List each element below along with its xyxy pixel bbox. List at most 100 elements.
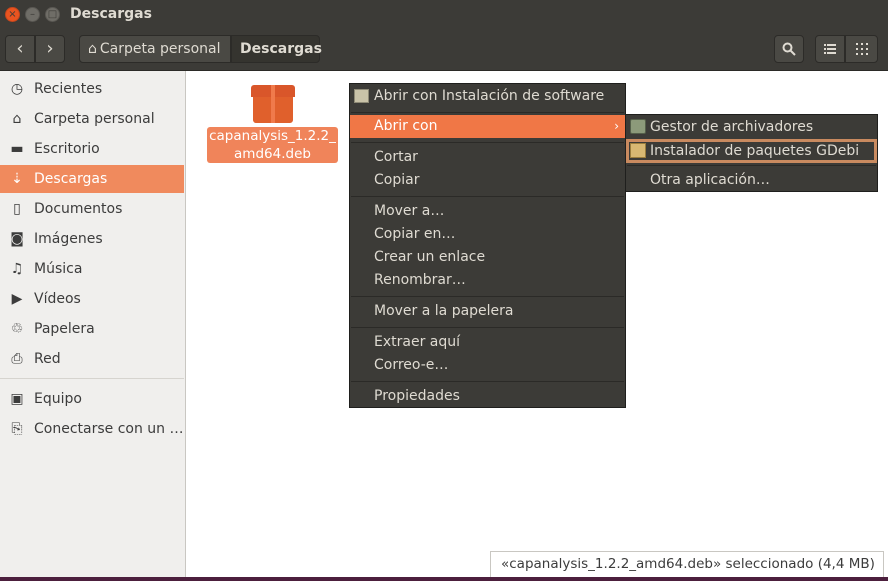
- menu-item-label: Copiar en…: [374, 226, 456, 242]
- submenu-item-gdebi-installer[interactable]: Instalador de paquetes GDebi: [626, 139, 877, 163]
- selection-status: «capanalysis_1.2.2_amd64.deb» selecciona…: [490, 551, 884, 578]
- menu-separator: [351, 296, 624, 297]
- list-view-button[interactable]: [815, 35, 845, 63]
- sidebar-item-label: Carpeta personal: [34, 111, 155, 127]
- menu-separator: [351, 112, 624, 113]
- title-bar: × – □ Descargas: [0, 0, 888, 30]
- submenu-separator: [627, 165, 876, 166]
- file-name-label[interactable]: capanalysis_1.2.2_ amd64.deb: [207, 127, 338, 163]
- camera-icon: ◙: [10, 231, 24, 247]
- menu-item-label: Renombrar…: [374, 272, 466, 288]
- package-installer-icon: [630, 143, 646, 158]
- trash-icon: ♲: [10, 321, 24, 337]
- menu-item-label: Abrir con: [374, 118, 438, 134]
- grid-icon: [855, 43, 868, 55]
- menu-item-rename[interactable]: Renombrar…: [350, 269, 625, 292]
- maximize-window-button[interactable]: □: [45, 7, 60, 22]
- menu-item-move-to-trash[interactable]: Mover a la papelera: [350, 300, 625, 323]
- menu-item-label: Cortar: [374, 149, 418, 165]
- menu-separator: [351, 142, 624, 143]
- submenu-item-label: Gestor de archivadores: [650, 119, 814, 135]
- file-name-line2: amd64.deb: [234, 146, 311, 162]
- back-button[interactable]: ‹: [5, 35, 35, 63]
- deb-package-icon[interactable]: [251, 85, 295, 123]
- search-button[interactable]: [774, 35, 804, 63]
- context-menu: Abrir con Instalación de software Abrir …: [349, 83, 626, 408]
- sidebar-item-recientes[interactable]: ◷ Recientes: [0, 75, 184, 103]
- menu-separator: [351, 381, 624, 382]
- sidebar-item-label: Equipo: [34, 391, 82, 407]
- folder-icon: ▬: [10, 141, 24, 157]
- chevron-right-icon: ›: [614, 119, 619, 133]
- sidebar-item-label: Imágenes: [34, 231, 103, 247]
- menu-item-label: Propiedades: [374, 388, 460, 404]
- download-icon: ⇣: [11, 171, 23, 187]
- clock-icon: ◷: [10, 81, 24, 97]
- menu-item-copy-to[interactable]: Copiar en…: [350, 223, 625, 246]
- desktop-edge: [0, 577, 888, 581]
- menu-item-copy[interactable]: Copiar: [350, 169, 625, 192]
- menu-item-label: Mover a…: [374, 203, 445, 219]
- sidebar-item-label: Descargas: [34, 171, 108, 187]
- menu-item-move-to[interactable]: Mover a…: [350, 200, 625, 223]
- music-icon: ♫: [10, 261, 24, 277]
- sidebar-item-escritorio[interactable]: ▬ Escritorio: [0, 135, 184, 163]
- breadcrumb-home-label: Carpeta personal: [99, 41, 221, 57]
- menu-item-open-with[interactable]: Abrir con ›: [350, 115, 625, 138]
- sidebar-item-red[interactable]: ⎙ Red: [0, 345, 184, 373]
- menu-item-label: Copiar: [374, 172, 420, 188]
- minimize-window-button[interactable]: –: [25, 7, 40, 22]
- forward-button[interactable]: ›: [35, 35, 65, 63]
- menu-item-label: Correo-e…: [374, 357, 449, 373]
- menu-item-label: Abrir con Instalación de software: [374, 88, 605, 104]
- sidebar-item-label: Escritorio: [34, 141, 100, 157]
- sidebar-divider: [0, 378, 184, 379]
- archive-manager-icon: [630, 119, 646, 134]
- package-stripe: [271, 85, 275, 123]
- sidebar-item-videos[interactable]: ▶ Vídeos: [0, 285, 184, 313]
- menu-item-label: Crear un enlace: [374, 249, 486, 265]
- submenu-item-other-application[interactable]: Otra aplicación…: [626, 168, 877, 192]
- sidebar-item-papelera[interactable]: ♲ Papelera: [0, 315, 184, 343]
- menu-item-label: Mover a la papelera: [374, 303, 514, 319]
- search-icon: [782, 42, 796, 56]
- grid-view-button[interactable]: [845, 35, 878, 63]
- sidebar-item-label: Red: [34, 351, 61, 367]
- file-name-line1: capanalysis_1.2.2_: [209, 128, 336, 144]
- menu-item-cut[interactable]: Cortar: [350, 146, 625, 169]
- sidebar-item-documentos[interactable]: ▯ Documentos: [0, 195, 184, 223]
- breadcrumb-home[interactable]: ⌂ Carpeta personal: [79, 35, 231, 63]
- breadcrumb-current[interactable]: Descargas: [231, 35, 322, 63]
- computer-icon: ▣: [10, 391, 24, 407]
- open-with-submenu: Gestor de archivadores Instalador de paq…: [625, 114, 878, 192]
- sidebar-item-descargas[interactable]: ⇣ Descargas: [0, 165, 184, 193]
- sidebar-item-equipo[interactable]: ▣ Equipo: [0, 385, 184, 413]
- sidebar-item-label: Documentos: [34, 201, 123, 217]
- menu-separator: [351, 196, 624, 197]
- submenu-item-label: Instalador de paquetes GDebi: [650, 143, 860, 159]
- document-icon: ▯: [13, 201, 21, 217]
- menu-item-open-software-install[interactable]: Abrir con Instalación de software: [350, 85, 625, 108]
- menu-item-label: Extraer aquí: [374, 334, 461, 350]
- window-title: Descargas: [70, 6, 152, 22]
- sidebar-item-musica[interactable]: ♫ Música: [0, 255, 184, 283]
- sidebar-item-label: Conectarse con un …: [34, 421, 184, 437]
- software-install-icon: [354, 89, 369, 103]
- close-window-button[interactable]: ×: [5, 7, 20, 22]
- sidebar-item-conectarse[interactable]: ⎘ Conectarse con un …: [0, 415, 184, 443]
- sidebar-item-carpeta-personal[interactable]: ⌂ Carpeta personal: [0, 105, 184, 133]
- sidebar-item-label: Papelera: [34, 321, 95, 337]
- menu-item-extract-here[interactable]: Extraer aquí: [350, 331, 625, 354]
- home-icon: ⌂: [88, 41, 97, 57]
- menu-item-properties[interactable]: Propiedades: [350, 385, 625, 408]
- menu-item-email[interactable]: Correo-e…: [350, 354, 625, 377]
- toolbar: ‹ › ⌂ Carpeta personal Descargas: [0, 30, 888, 71]
- sidebar-item-label: Música: [34, 261, 83, 277]
- connect-server-icon: ⎘: [11, 421, 23, 437]
- sidebar-item-imagenes[interactable]: ◙ Imágenes: [0, 225, 184, 253]
- submenu-item-archive-manager[interactable]: Gestor de archivadores: [626, 115, 877, 139]
- menu-item-create-link[interactable]: Crear un enlace: [350, 246, 625, 269]
- submenu-item-label: Otra aplicación…: [650, 172, 770, 188]
- home-icon: ⌂: [12, 111, 22, 127]
- sidebar-item-label: Vídeos: [34, 291, 81, 307]
